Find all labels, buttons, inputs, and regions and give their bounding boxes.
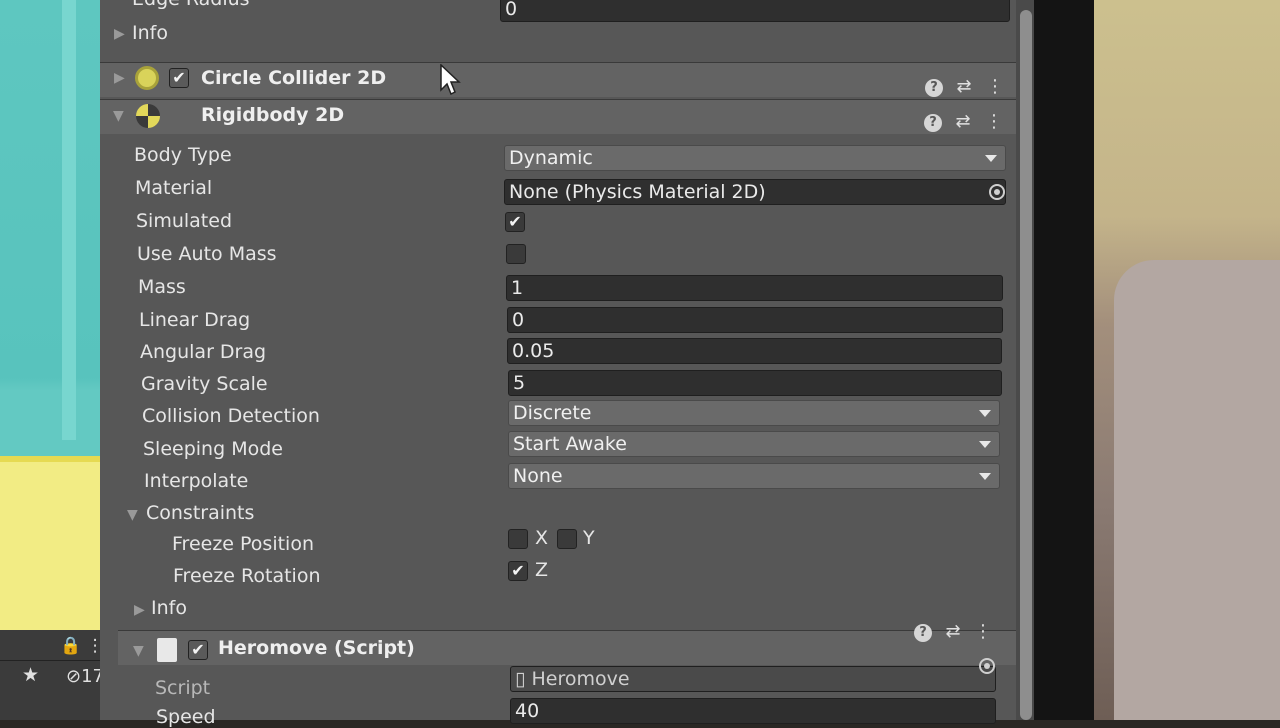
chevron-down-icon — [979, 410, 991, 417]
scene-ground — [0, 462, 100, 630]
circle-collider-icon — [135, 66, 159, 90]
interpolate-value: None — [513, 465, 563, 487]
more-options-icon[interactable]: ⋮ — [973, 621, 993, 642]
rigidbody-info-foldout[interactable]: Info — [151, 597, 187, 619]
sleeping-mode-value: Start Awake — [513, 433, 627, 455]
simulated-checkbox[interactable]: ✔ — [505, 212, 525, 232]
chevron-down-icon — [985, 155, 997, 162]
object-picker-icon[interactable] — [989, 184, 1005, 200]
gravity-scale-label: Gravity Scale — [141, 373, 268, 395]
presets-icon[interactable]: ⇄ — [954, 76, 974, 97]
divider — [0, 660, 115, 661]
freeze-rotation-z-checkbox[interactable]: ✔ — [508, 561, 528, 581]
interpolate-dropdown[interactable]: None — [508, 463, 1000, 489]
chevron-down-icon — [979, 473, 991, 480]
freeze-position-y-checkbox[interactable] — [557, 529, 577, 549]
sleeping-mode-label: Sleeping Mode — [143, 438, 283, 460]
sleeping-mode-dropdown[interactable]: Start Awake — [508, 431, 1000, 457]
script-file-small-icon: ▯ — [515, 668, 526, 690]
collision-detection-value: Discrete — [513, 402, 592, 424]
freeze-position-x-checkbox[interactable] — [508, 529, 528, 549]
favorite-star-icon[interactable]: ★ — [22, 664, 39, 686]
speed-field[interactable]: 40 — [510, 698, 996, 724]
collision-detection-dropdown[interactable]: Discrete — [508, 400, 1000, 426]
object-picker-icon[interactable] — [979, 658, 995, 674]
linear-drag-field[interactable]: 0 — [507, 307, 1003, 333]
body-type-dropdown[interactable]: Dynamic — [504, 145, 1006, 171]
mouse-cursor-icon — [440, 64, 461, 96]
constraints-foldout[interactable]: Constraints — [146, 502, 254, 524]
foldout-arrow-down-icon[interactable]: ▼ — [127, 507, 138, 523]
background-room — [1094, 0, 1280, 720]
rigidbody-title: Rigidbody 2D — [201, 104, 345, 126]
heromove-title: Heromove (Script) — [218, 637, 415, 659]
background-cloth — [1114, 260, 1280, 720]
use-auto-mass-label: Use Auto Mass — [137, 243, 277, 265]
foldout-arrow-down-icon[interactable]: ▼ — [133, 643, 144, 659]
mass-label: Mass — [138, 276, 186, 298]
script-file-icon — [157, 638, 177, 662]
script-value: Heromove — [531, 668, 630, 690]
gravity-scale-field[interactable]: 5 — [508, 370, 1002, 396]
lock-icon[interactable]: 🔒 ⋮ — [60, 636, 104, 656]
interpolate-label: Interpolate — [144, 470, 249, 492]
foldout-arrow-right-icon[interactable]: ▶ — [114, 70, 125, 86]
linear-drag-label: Linear Drag — [139, 309, 251, 331]
more-options-icon[interactable]: ⋮ — [984, 111, 1004, 132]
info-foldout-top[interactable]: Info — [132, 22, 168, 44]
foldout-arrow-right-icon[interactable]: ▶ — [134, 602, 145, 618]
material-object-field[interactable]: None (Physics Material 2D) — [504, 179, 1006, 205]
freeze-position-x-label: X — [535, 527, 549, 549]
mass-field[interactable]: 1 — [506, 275, 1003, 301]
edge-radius-field[interactable]: 0 — [500, 0, 1010, 22]
chevron-down-icon — [979, 441, 991, 448]
script-object-field[interactable]: ▯ Heromove — [510, 666, 996, 692]
scene-view-strip — [0, 0, 100, 630]
scrollbar-thumb[interactable] — [1020, 10, 1032, 720]
body-type-value: Dynamic — [509, 147, 593, 169]
freeze-position-label: Freeze Position — [172, 533, 314, 555]
freeze-rotation-z-label: Z — [535, 559, 549, 581]
angular-drag-label: Angular Drag — [140, 341, 267, 363]
use-auto-mass-checkbox[interactable] — [506, 244, 526, 264]
material-value: None (Physics Material 2D) — [509, 181, 766, 203]
help-icon[interactable]: ? — [924, 114, 942, 132]
freeze-rotation-label: Freeze Rotation — [173, 565, 321, 587]
scene-pillar — [62, 0, 76, 440]
hierarchy-toolbar: 🔒 ⋮ ★ ⊘17 — [0, 630, 115, 720]
circle-collider-enabled-checkbox[interactable]: ✔ — [169, 68, 189, 88]
freeze-position-y-label: Y — [583, 527, 595, 549]
presets-icon[interactable]: ⇄ — [953, 111, 973, 132]
simulated-label: Simulated — [136, 210, 233, 232]
speed-label: Speed — [156, 706, 216, 728]
help-icon[interactable]: ? — [914, 624, 932, 642]
rigidbody-icon — [136, 104, 160, 128]
script-label: Script — [155, 677, 211, 699]
circle-collider-title: Circle Collider 2D — [201, 67, 387, 89]
presets-icon[interactable]: ⇄ — [943, 621, 963, 642]
foldout-arrow-right-icon[interactable]: ▶ — [114, 26, 125, 42]
angular-drag-field[interactable]: 0.05 — [507, 338, 1002, 364]
edge-radius-label: Edge Radius — [132, 0, 250, 10]
heromove-enabled-checkbox[interactable]: ✔ — [188, 640, 208, 660]
collision-detection-label: Collision Detection — [142, 405, 320, 427]
monitor-bezel — [1034, 0, 1094, 720]
foldout-arrow-down-icon[interactable]: ▼ — [113, 108, 124, 124]
body-type-label: Body Type — [134, 144, 232, 166]
material-label: Material — [135, 177, 213, 199]
help-icon[interactable]: ? — [925, 79, 943, 97]
more-options-icon[interactable]: ⋮ — [985, 76, 1005, 97]
hidden-objects-count[interactable]: ⊘17 — [66, 666, 104, 687]
